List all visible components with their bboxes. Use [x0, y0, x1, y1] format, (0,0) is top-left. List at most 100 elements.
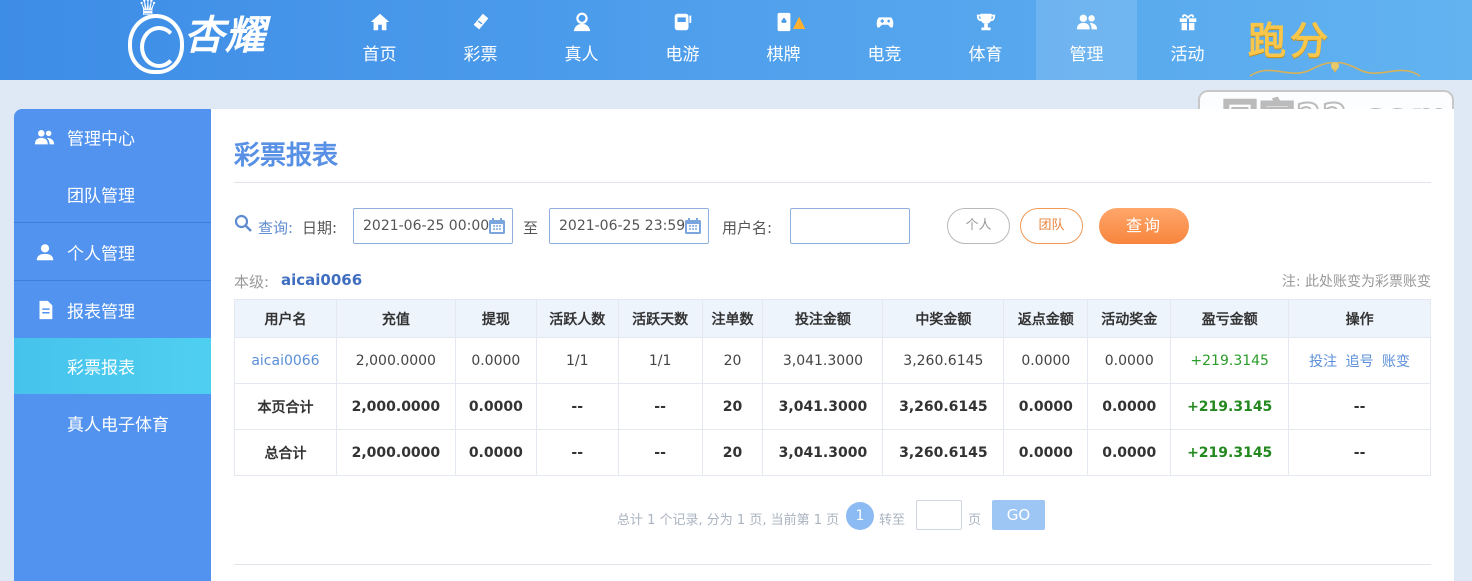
hot-fire-icon: ▲	[793, 12, 806, 31]
column-header: 返点金额	[1003, 299, 1089, 338]
table-cell: 0.0000	[1003, 429, 1089, 476]
sidebar-item-label: 管理中心	[67, 129, 135, 150]
main-panel: 彩票报表 查询: 日期: 2021-06-25 00:00 至 2021-06-…	[211, 109, 1454, 581]
live-dealer-icon	[531, 10, 632, 34]
sidebar-item-personal-management[interactable]: 个人管理	[14, 223, 211, 280]
column-header: 活动奖金	[1087, 299, 1172, 338]
document-icon	[39, 300, 53, 319]
column-header: 活跃天数	[617, 299, 703, 338]
username-input[interactable]	[790, 208, 910, 244]
level-label: 本级:	[234, 273, 270, 291]
nav-item-manage[interactable]: 管理	[1036, 0, 1137, 80]
nav-label: 棋牌	[766, 45, 801, 65]
profit-cell: +219.3145	[1170, 429, 1290, 476]
divider	[234, 182, 1431, 183]
end-date-value: 2021-06-25 23:59	[559, 218, 686, 234]
column-header: 注单数	[701, 299, 764, 338]
column-header: 充值	[335, 299, 456, 338]
sidebar-item-live-electronic-sports[interactable]: 真人电子体育	[14, 394, 211, 451]
table-cell: 2,000.0000	[335, 429, 456, 476]
table-note: 注: 此处账变为彩票账变	[1281, 274, 1431, 290]
start-date-field[interactable]: 2021-06-25 00:00	[353, 208, 513, 244]
nav-label: 电游	[665, 45, 700, 65]
gift-icon	[1137, 10, 1238, 34]
row-label: 本页合计	[234, 383, 337, 430]
table-cell: 0.0000	[1003, 383, 1089, 430]
table-cell: 0.0000	[454, 429, 537, 476]
personal-button[interactable]: 个人	[947, 208, 1010, 244]
sidebar-item-report-management[interactable]: 报表管理	[14, 281, 211, 338]
main-nav: 首页 彩票 真人 电游 ▲ 棋牌 电竞 体育 管理 活动	[329, 0, 1238, 80]
nav-item-esports[interactable]: 电竞	[834, 0, 935, 80]
end-date-field[interactable]: 2021-06-25 23:59	[549, 208, 709, 244]
current-page-button[interactable]: 1	[846, 502, 874, 530]
divider	[234, 564, 1431, 565]
column-header: 操作	[1288, 299, 1431, 338]
level-row: 本级: aicai0066 注: 此处账变为彩票账变	[234, 271, 1431, 291]
table-cell: --	[1288, 383, 1431, 430]
sidebar-item-label: 报表管理	[67, 302, 135, 322]
table-header-row: 用户名 充值 提现 活跃人数 活跃天数 注单数 投注金额 中奖金额 返点金额 活…	[234, 299, 1431, 338]
chase-number-link[interactable]: 追号	[1346, 354, 1374, 370]
sidebar-item-label: 彩票报表	[67, 358, 135, 379]
nav-label: 电竞	[867, 45, 902, 65]
users-icon	[1036, 10, 1137, 34]
go-button[interactable]: GO	[992, 500, 1045, 530]
table-cell: 0.0000	[1087, 429, 1172, 476]
column-header: 盈亏金额	[1170, 299, 1290, 338]
gamepad-icon	[834, 10, 935, 34]
nav-item-cards[interactable]: ▲ 棋牌	[733, 0, 834, 80]
table-cell: 3,041.3000	[762, 383, 884, 430]
query-button[interactable]: 查询	[1099, 208, 1189, 244]
table-cell: --	[535, 383, 619, 430]
table-row: aicai0066 2,000.0000 0.0000 1/1 1/1 20 3…	[234, 337, 1431, 384]
ornament-icon	[1249, 61, 1421, 77]
nav-label: 真人	[564, 45, 599, 65]
table-cell: 3,041.3000	[762, 429, 884, 476]
nav-item-lottery[interactable]: 彩票	[430, 0, 531, 80]
sidebar-item-label: 真人电子体育	[67, 415, 169, 435]
page-unit-label: 页	[968, 513, 982, 528]
sidebar-item-label: 团队管理	[67, 186, 135, 206]
user-icon	[36, 243, 54, 260]
row-label: 总合计	[234, 429, 337, 476]
username-link[interactable]: aicai0066	[234, 337, 337, 384]
users-icon	[34, 130, 55, 145]
table-cell: 0.0000	[454, 383, 537, 430]
sidebar-item-lottery-report[interactable]: 彩票报表	[14, 338, 211, 394]
start-date-value: 2021-06-25 00:00	[363, 218, 490, 234]
profit-cell: +219.3145	[1170, 383, 1290, 430]
nav-item-home[interactable]: 首页	[329, 0, 430, 80]
calendar-icon[interactable]	[488, 217, 506, 235]
poker-card-icon	[733, 10, 834, 34]
lottery-ticket-icon	[430, 10, 531, 34]
brand-logo[interactable]: ♛ 杏耀	[124, 0, 294, 80]
table-cell: 20	[701, 429, 764, 476]
sidebar-item-team-management[interactable]: 团队管理	[14, 165, 211, 222]
sidebar-item-management-center[interactable]: 管理中心	[14, 109, 211, 165]
nav-item-live[interactable]: 真人	[531, 0, 632, 80]
table-cell: --	[617, 383, 703, 430]
home-icon	[329, 10, 430, 34]
nav-item-activity[interactable]: 活动	[1137, 0, 1238, 80]
account-change-link[interactable]: 账变	[1382, 354, 1410, 370]
page-number-input[interactable]	[916, 500, 962, 530]
nav-item-sports[interactable]: 体育	[935, 0, 1036, 80]
logo-text: 杏耀	[184, 13, 266, 59]
nav-label: 管理	[1069, 45, 1104, 65]
calendar-icon[interactable]	[684, 217, 702, 235]
team-button[interactable]: 团队	[1020, 208, 1083, 244]
level-value[interactable]: aicai0066	[281, 271, 362, 289]
username-label: 用户名:	[722, 219, 773, 237]
table-cell: 3,260.6145	[882, 337, 1005, 384]
date-label: 日期:	[302, 219, 338, 237]
nav-item-slots[interactable]: 电游	[632, 0, 733, 80]
table-cell: 0.0000	[1087, 337, 1172, 384]
table-cell: --	[535, 429, 619, 476]
column-header: 投注金额	[762, 299, 884, 338]
nav-label: 体育	[968, 45, 1003, 65]
bet-link[interactable]: 投注	[1309, 354, 1337, 370]
sidebar: 管理中心 团队管理 个人管理 报表管理 彩票报表 真人电子体育	[14, 109, 211, 581]
table-cell: 20	[701, 383, 764, 430]
goto-label: 转至	[879, 513, 906, 528]
